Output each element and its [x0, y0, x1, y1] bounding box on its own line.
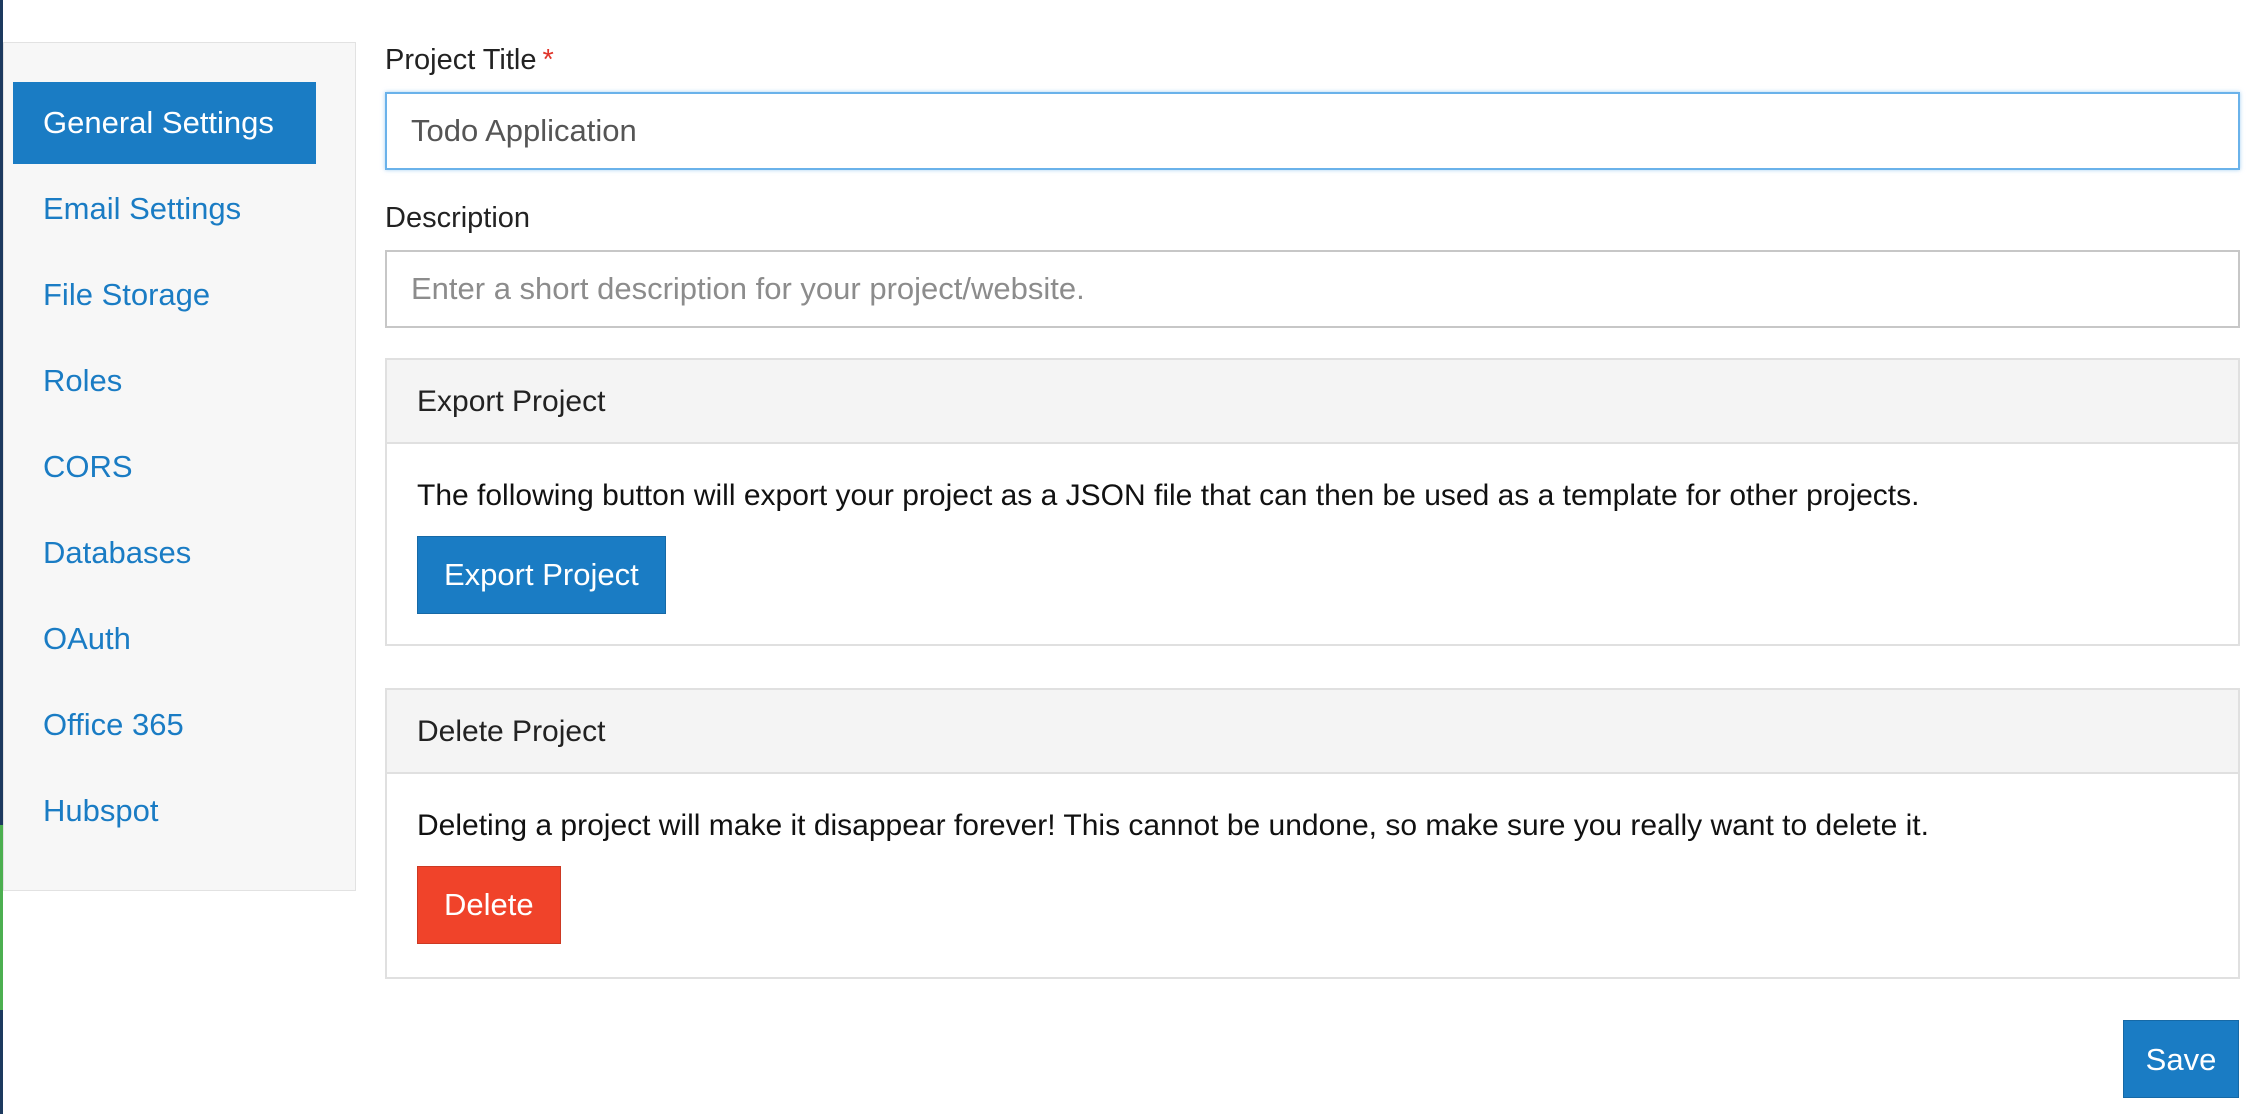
save-button[interactable]: Save: [2123, 1020, 2239, 1098]
project-title-label-text: Project Title: [385, 44, 537, 76]
description-input[interactable]: [385, 250, 2240, 328]
delete-panel-body: Deleting a project will make it disappea…: [387, 774, 2238, 944]
sidebar-item-email-settings[interactable]: Email Settings: [13, 168, 316, 250]
sidebar-item-hubspot[interactable]: Hubspot: [13, 770, 316, 852]
required-marker: *: [542, 44, 554, 76]
sidebar-item-cors[interactable]: CORS: [13, 426, 316, 508]
delete-panel-text: Deleting a project will make it disappea…: [417, 809, 1929, 842]
export-panel-body: The following button will export your pr…: [387, 444, 2238, 614]
project-settings-page: General Settings Email Settings File Sto…: [0, 0, 2252, 1114]
project-title-label: Project Title *: [385, 44, 554, 77]
delete-project-panel: Delete Project Deleting a project will m…: [385, 688, 2240, 979]
project-title-input[interactable]: [385, 92, 2240, 170]
export-project-panel: Export Project The following button will…: [385, 358, 2240, 646]
delete-panel-heading: Delete Project: [387, 690, 2238, 774]
delete-project-button[interactable]: Delete: [417, 866, 561, 944]
sidebar-item-roles[interactable]: Roles: [13, 340, 316, 422]
export-project-button[interactable]: Export Project: [417, 536, 666, 614]
sidebar-item-databases[interactable]: Databases: [13, 512, 316, 594]
sidebar-item-general-settings[interactable]: General Settings: [13, 82, 316, 164]
sidebar-item-oauth[interactable]: OAuth: [13, 598, 316, 680]
description-label: Description: [385, 202, 531, 234]
export-panel-heading: Export Project: [387, 360, 2238, 444]
sidebar-item-file-storage[interactable]: File Storage: [13, 254, 316, 336]
sidebar-item-office-365[interactable]: Office 365: [13, 684, 316, 766]
settings-sidebar: General Settings Email Settings File Sto…: [3, 42, 356, 891]
export-panel-text: The following button will export your pr…: [417, 479, 1920, 512]
